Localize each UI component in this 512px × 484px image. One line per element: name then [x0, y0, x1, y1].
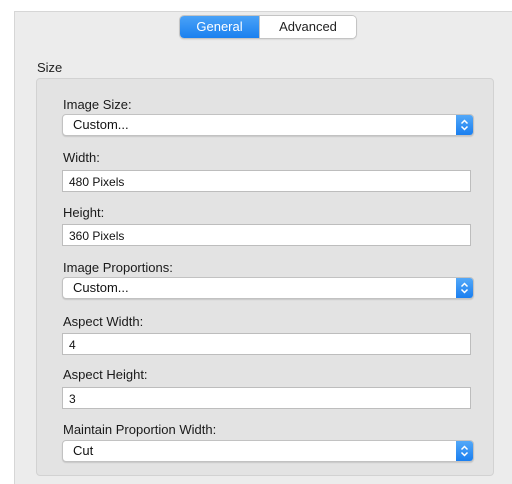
image-size-label: Image Size: [63, 97, 132, 112]
maintain-proportion-width-popup[interactable]: Cut [62, 440, 474, 462]
width-field[interactable]: 480 Pixels [62, 170, 471, 192]
height-field[interactable]: 360 Pixels [62, 224, 471, 246]
image-proportions-label: Image Proportions: [63, 260, 173, 275]
width-label: Width: [63, 150, 100, 165]
image-proportions-value: Custom... [73, 280, 129, 295]
aspect-width-label: Aspect Width: [63, 314, 144, 329]
chevron-up-down-icon [456, 441, 473, 461]
aspect-width-field[interactable]: 4 [62, 333, 471, 355]
section-title-size: Size [37, 60, 63, 75]
image-size-value: Custom... [73, 117, 129, 132]
tab-general[interactable]: General [180, 16, 259, 38]
chevron-up-down-icon [456, 115, 473, 135]
chevron-up-down-icon [456, 278, 473, 298]
maintain-proportion-width-value: Cut [73, 443, 94, 458]
tab-bar: General Advanced [179, 15, 357, 39]
image-proportions-popup[interactable]: Custom... [62, 277, 474, 299]
maintain-proportion-width-label: Maintain Proportion Width: [63, 422, 217, 437]
image-size-popup[interactable]: Custom... [62, 114, 474, 136]
aspect-height-label: Aspect Height: [63, 367, 148, 382]
tab-advanced[interactable]: Advanced [259, 16, 356, 38]
height-label: Height: [63, 205, 105, 220]
aspect-height-field[interactable]: 3 [62, 387, 471, 409]
